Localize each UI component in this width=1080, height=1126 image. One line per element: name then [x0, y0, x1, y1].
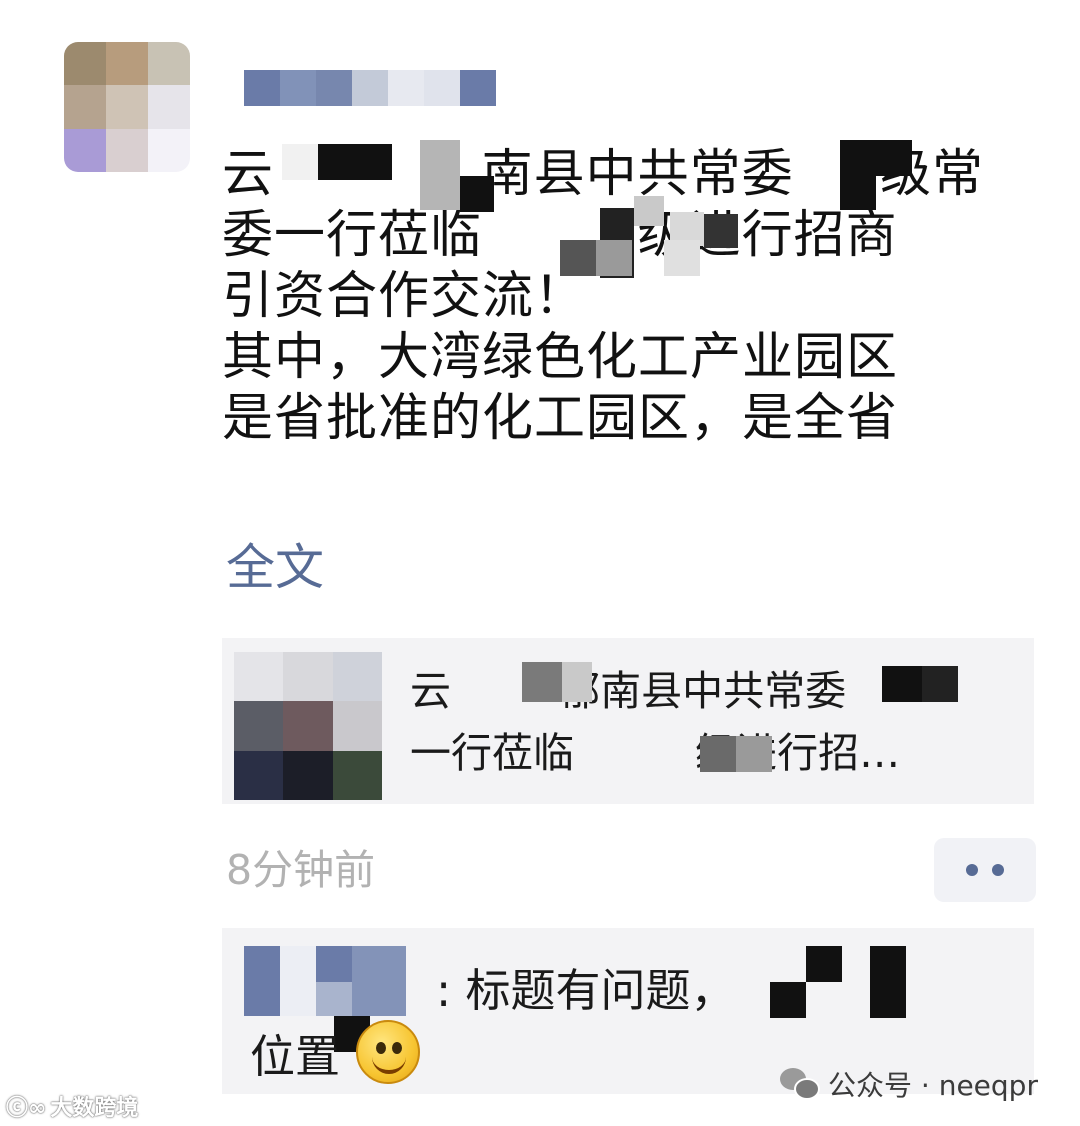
avatar[interactable]	[64, 42, 190, 172]
redaction-mosaic	[522, 662, 962, 782]
watermark-logo-icon: ⓒ∞	[6, 1096, 47, 1121]
more-options-button[interactable]	[934, 838, 1036, 902]
comment-text: : 标题有问题，	[436, 964, 736, 1017]
comment-text-continued: 位置	[250, 1030, 341, 1083]
watermark-right-text: 公众号 · neeqpr	[828, 1069, 1038, 1102]
link-thumbnail	[234, 652, 382, 800]
watermark-left: ⓒ∞ 大数跨境	[6, 1090, 138, 1122]
expand-full-text-link[interactable]: 全文	[226, 538, 324, 598]
redaction-mosaic	[770, 946, 920, 1036]
smile-emoji-icon	[356, 1020, 420, 1084]
wechat-icon	[780, 1068, 820, 1100]
more-options-icon	[966, 864, 978, 876]
more-options-icon	[992, 864, 1004, 876]
redaction-mosaic	[560, 240, 760, 280]
shared-link-card[interactable]: 云 郁南县中共常委 一行莅临 级进行招…	[222, 638, 1034, 804]
watermark-right: 公众号 · neeqpr	[780, 1064, 1038, 1104]
user-nickname[interactable]	[244, 70, 524, 106]
watermark-left-text: 大数跨境	[50, 1096, 139, 1121]
post-timestamp: 8分钟前	[226, 846, 376, 894]
redaction-mosaic	[282, 144, 392, 204]
